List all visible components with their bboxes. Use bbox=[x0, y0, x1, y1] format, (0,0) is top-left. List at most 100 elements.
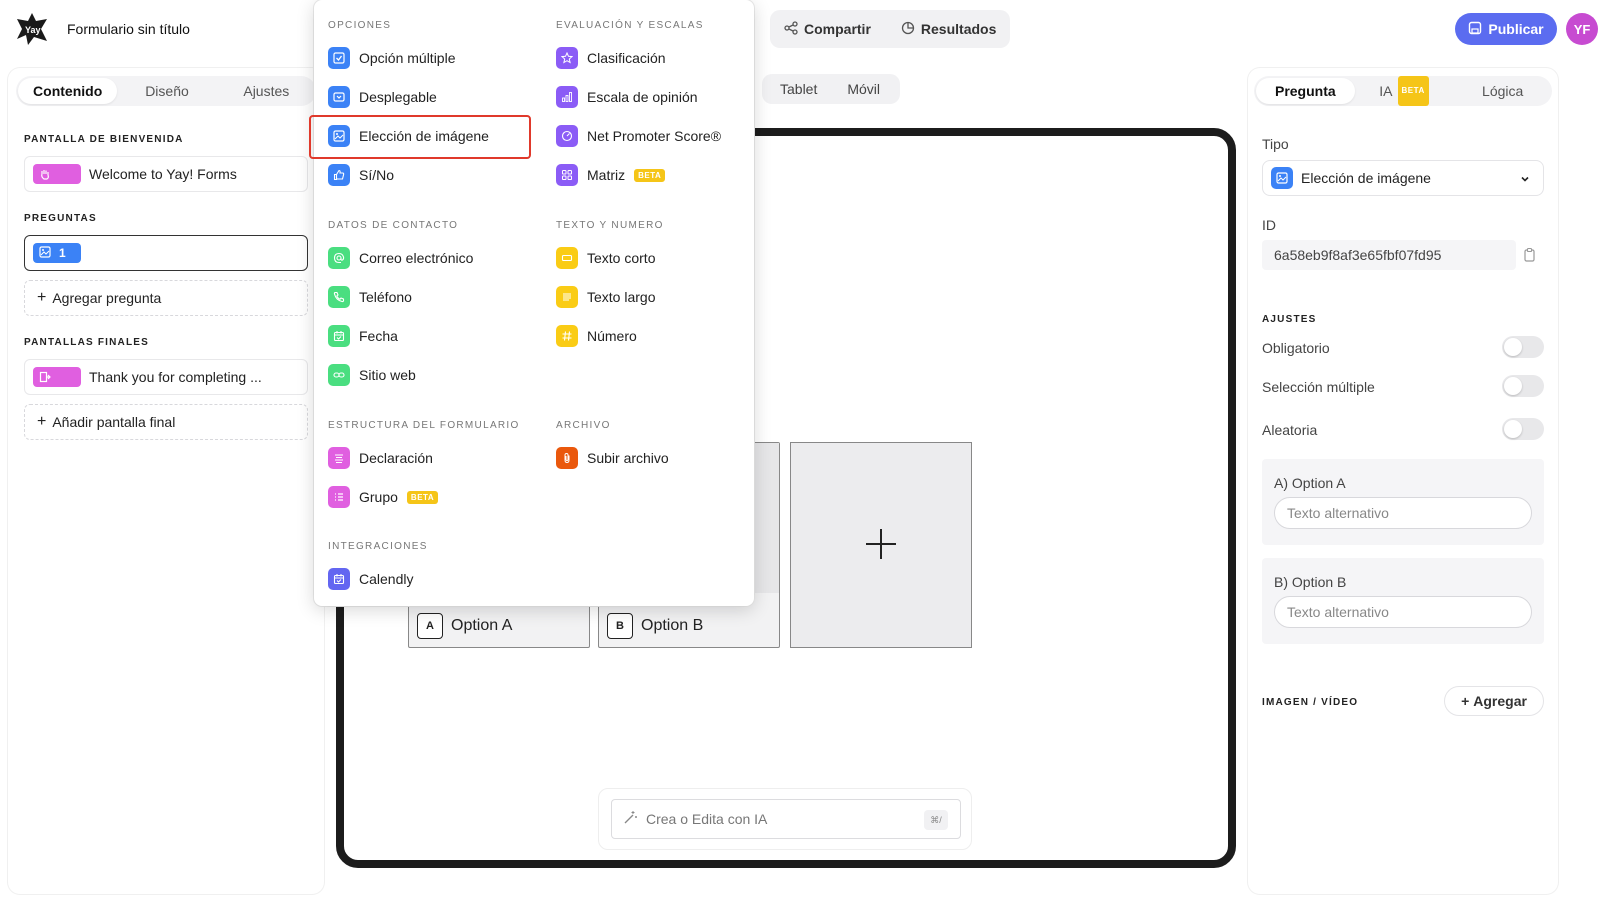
question-type-pill: 1 bbox=[33, 243, 81, 263]
right-tabs: Pregunta IA BETA Lógica bbox=[1254, 76, 1552, 106]
menu-label: Calendly bbox=[359, 571, 414, 587]
menu-label: Número bbox=[587, 328, 637, 344]
thumbs-up-icon bbox=[328, 164, 350, 186]
choice-label-a: A Option A bbox=[417, 613, 512, 639]
menu-item-escala-opinion[interactable]: Escala de opinión bbox=[556, 84, 698, 110]
user-avatar[interactable]: YF bbox=[1566, 13, 1598, 45]
seleccion-multiple-toggle[interactable] bbox=[1502, 375, 1544, 397]
menu-item-calendly[interactable]: Calendly bbox=[328, 566, 413, 592]
add-question-button[interactable]: + Agregar pregunta bbox=[24, 280, 308, 316]
share-tab[interactable]: Compartir bbox=[784, 20, 871, 38]
tab-movil[interactable]: Móvil bbox=[847, 81, 880, 97]
menu-label: Escala de opinión bbox=[587, 89, 698, 105]
menu-item-grupo[interactable]: Grupo BETA bbox=[328, 484, 439, 510]
option-b-alt-text-input[interactable]: Texto alternativo bbox=[1274, 596, 1532, 628]
tab-contenido[interactable]: Contenido bbox=[18, 78, 118, 104]
door-exit-icon bbox=[33, 367, 81, 387]
tab-tablet[interactable]: Tablet bbox=[780, 81, 817, 97]
menu-item-matriz[interactable]: Matriz BETA bbox=[556, 162, 666, 188]
end-item-label: Thank you for completing ... bbox=[89, 369, 262, 385]
welcome-screen-item[interactable]: Welcome to Yay! Forms bbox=[24, 156, 308, 192]
menu-label: Sí/No bbox=[359, 167, 395, 183]
beta-badge: BETA bbox=[634, 168, 666, 182]
option-b-settings: B) Option B Texto alternativo bbox=[1262, 558, 1544, 644]
option-a-settings: A) Option A Texto alternativo bbox=[1262, 459, 1544, 545]
menu-item-sitio-web[interactable]: Sitio web bbox=[328, 362, 416, 388]
magic-wand-icon bbox=[622, 810, 638, 829]
option-a-alt-text-input[interactable]: Texto alternativo bbox=[1274, 497, 1532, 529]
beta-badge: BETA bbox=[1397, 76, 1429, 106]
tab-logica[interactable]: Lógica bbox=[1453, 78, 1552, 104]
menu-label: Texto corto bbox=[587, 250, 656, 266]
bar-chart-icon bbox=[556, 86, 578, 108]
section-evaluacion: EVALUACIÓN Y ESCALAS bbox=[556, 20, 704, 31]
tipo-value: Elección de imágene bbox=[1301, 170, 1431, 186]
gauge-icon bbox=[556, 125, 578, 147]
ai-prompt-input[interactable]: Crea o Edita con IA ⌘/ bbox=[611, 799, 961, 839]
text-align-icon bbox=[328, 447, 350, 469]
welcome-section-label: PANTALLA DE BIENVENIDA bbox=[24, 134, 184, 145]
tab-ajustes[interactable]: Ajustes bbox=[217, 78, 316, 104]
ajustes-section-label: AJUSTES bbox=[1262, 314, 1317, 325]
menu-item-telefono[interactable]: Teléfono bbox=[328, 284, 412, 310]
results-tab[interactable]: Resultados bbox=[901, 21, 996, 38]
save-icon bbox=[1468, 21, 1482, 38]
plus-icon: + bbox=[37, 289, 47, 306]
left-panel: Contenido Diseño Ajustes PANTALLA DE BIE… bbox=[8, 68, 324, 894]
menu-item-clasificacion[interactable]: Clasificación bbox=[556, 45, 666, 71]
menu-item-numero[interactable]: Número bbox=[556, 323, 637, 349]
plus-icon: + bbox=[1461, 693, 1470, 709]
publish-button[interactable]: Publicar bbox=[1455, 13, 1557, 45]
svg-text:Yay: Yay bbox=[25, 25, 41, 35]
menu-item-desplegable[interactable]: Desplegable bbox=[328, 84, 437, 110]
keyboard-shortcut: ⌘/ bbox=[924, 810, 948, 830]
menu-item-si-no[interactable]: Sí/No bbox=[328, 162, 394, 188]
plus-icon bbox=[864, 527, 898, 564]
add-image-choice-button[interactable] bbox=[790, 442, 972, 648]
section-integraciones: INTEGRACIONES bbox=[328, 541, 428, 552]
menu-item-eleccion-imagenes[interactable]: Elección de imágene bbox=[328, 123, 489, 149]
seleccion-multiple-label: Selección múltiple bbox=[1262, 379, 1375, 395]
tab-ia[interactable]: IA BETA bbox=[1355, 76, 1454, 106]
menu-item-fecha[interactable]: Fecha bbox=[328, 323, 398, 349]
star-icon bbox=[556, 47, 578, 69]
question-type-select[interactable]: Elección de imágene bbox=[1262, 160, 1544, 196]
choice-text-a: Option A bbox=[451, 617, 513, 634]
menu-item-texto-corto[interactable]: Texto corto bbox=[556, 245, 655, 271]
grid-icon bbox=[556, 164, 578, 186]
option-b-title: B) Option B bbox=[1274, 574, 1347, 590]
publish-label: Publicar bbox=[1488, 21, 1544, 37]
results-label: Resultados bbox=[920, 21, 997, 37]
dropdown-icon bbox=[328, 86, 350, 108]
aleatoria-toggle[interactable] bbox=[1502, 418, 1544, 440]
menu-item-correo[interactable]: Correo electrónico bbox=[328, 245, 473, 271]
obligatorio-toggle[interactable] bbox=[1502, 336, 1544, 358]
menu-item-subir-archivo[interactable]: Subir archivo bbox=[556, 445, 669, 471]
end-screen-item[interactable]: Thank you for completing ... bbox=[24, 359, 308, 395]
question-number: 1 bbox=[59, 246, 66, 260]
add-end-screen-button[interactable]: + Añadir pantalla final bbox=[24, 404, 308, 440]
image-choice-icon bbox=[1271, 167, 1293, 189]
menu-item-declaracion[interactable]: Declaración bbox=[328, 445, 433, 471]
choice-label-b: B Option B bbox=[607, 613, 703, 639]
share-icon bbox=[784, 20, 798, 38]
menu-item-texto-largo[interactable]: Texto largo bbox=[556, 284, 655, 310]
tab-diseno[interactable]: Diseño bbox=[117, 78, 216, 104]
tab-pregunta[interactable]: Pregunta bbox=[1256, 78, 1355, 104]
form-title[interactable]: Formulario sin título bbox=[67, 21, 190, 37]
menu-label: Texto largo bbox=[587, 289, 656, 305]
menu-label: Elección de imágene bbox=[359, 128, 489, 144]
menu-label: Opción múltiple bbox=[359, 50, 456, 66]
add-media-button[interactable]: + Agregar bbox=[1444, 686, 1544, 716]
question-item[interactable]: 1 bbox=[24, 235, 308, 271]
option-a-title: A) Option A bbox=[1274, 475, 1346, 491]
id-label: ID bbox=[1262, 217, 1276, 233]
question-id-field[interactable]: 6a58eb9f8af3e65fbf07fd95 bbox=[1262, 240, 1516, 270]
menu-item-opcion-multiple[interactable]: Opción múltiple bbox=[328, 45, 456, 71]
yay-forms-logo-icon[interactable]: Yay bbox=[14, 11, 50, 47]
end-screens-section-label: PANTALLAS FINALES bbox=[24, 337, 150, 348]
menu-item-nps[interactable]: Net Promoter Score® bbox=[556, 123, 721, 149]
calendar-icon bbox=[328, 325, 350, 347]
menu-label: Correo electrónico bbox=[359, 250, 474, 266]
copy-icon[interactable] bbox=[1522, 247, 1538, 266]
